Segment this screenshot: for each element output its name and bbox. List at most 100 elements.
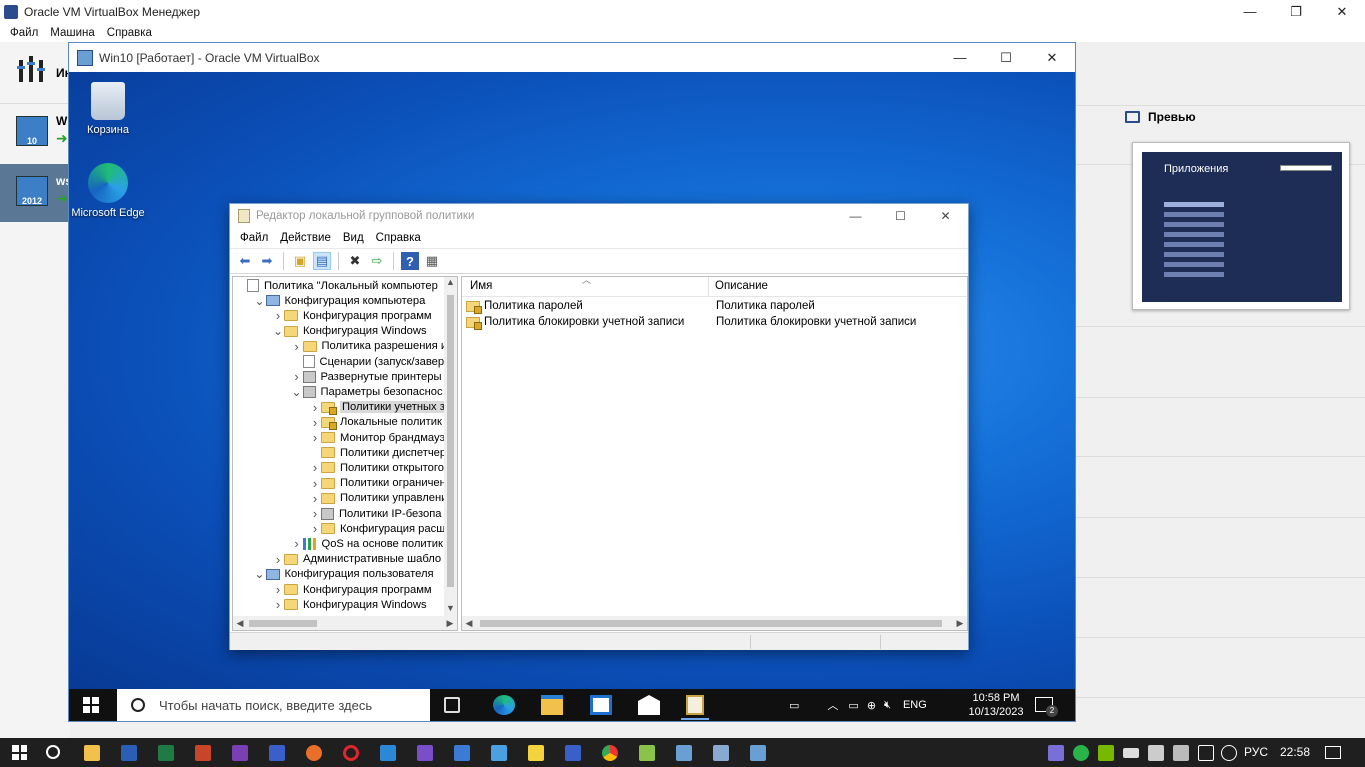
tree-node[interactable]: › Конфигурация Windows <box>272 597 427 612</box>
menu-help[interactable]: Справка <box>101 27 158 39</box>
tree-node[interactable]: ⌄ Конфигурация компьютера <box>254 293 425 308</box>
touch-keyboard-icon[interactable]: ▭ <box>789 699 799 712</box>
disk-utility-icon[interactable] <box>565 745 581 761</box>
gpedit-minimize-button[interactable]: — <box>833 204 878 228</box>
column-description[interactable]: Описание <box>715 280 768 292</box>
list-horizontal-scrollbar[interactable]: ◀ ▶ <box>462 616 967 630</box>
tree-node[interactable]: › Конфигурация программ <box>272 308 432 323</box>
pen-icon[interactable] <box>1048 745 1064 761</box>
vscode-icon[interactable] <box>380 745 396 761</box>
expand-chevron-icon[interactable]: › <box>291 369 303 384</box>
tree-node[interactable]: › Политики IP-безопа <box>309 506 442 521</box>
minimize-button[interactable]: — <box>1227 0 1273 23</box>
tree-node[interactable]: › QoS на основе политик <box>291 536 443 551</box>
tree-horizontal-scrollbar[interactable]: ◀ ▶ <box>233 616 457 630</box>
store-icon[interactable] <box>590 695 612 715</box>
tree-node[interactable]: ⌄ Параметры безопаснос <box>291 384 442 399</box>
tree-node[interactable]: Политика "Локальный компьютер <box>235 278 438 293</box>
gpedit-taskbar-icon[interactable] <box>686 695 704 715</box>
notification-center-icon[interactable]: 2 <box>1035 697 1058 717</box>
host-input-language[interactable]: РУС <box>1244 745 1268 759</box>
expand-chevron-icon[interactable]: › <box>309 400 321 415</box>
font-tray-icon[interactable] <box>1148 745 1164 761</box>
virtualbox-taskbar-icon[interactable] <box>750 745 766 761</box>
tools-item[interactable]: Ин <box>0 42 72 104</box>
collapse-chevron-icon[interactable]: ⌄ <box>254 294 266 308</box>
tree-node[interactable]: › Политики ограничен <box>309 476 446 491</box>
column-name[interactable]: Имя <box>470 280 492 292</box>
tree-node[interactable]: Сценарии (запуск/завер <box>291 354 444 369</box>
vm-maximize-button[interactable]: ☐ <box>983 43 1029 72</box>
expand-chevron-icon[interactable]: › <box>309 415 321 430</box>
task-view-icon[interactable] <box>444 697 460 713</box>
back-arrow-icon[interactable]: ⬅ <box>236 252 254 270</box>
tree-node[interactable]: › Политики открытого <box>309 460 444 475</box>
nvidia-icon[interactable] <box>1098 745 1114 761</box>
powerpoint-icon[interactable] <box>195 745 211 761</box>
expand-chevron-icon[interactable]: › <box>272 308 284 323</box>
tree-node[interactable]: ⌄ Конфигурация пользователя <box>254 567 433 582</box>
collapse-chevron-icon[interactable]: ⌄ <box>291 385 303 399</box>
explorer-icon[interactable] <box>84 745 100 761</box>
forward-arrow-icon[interactable]: ➡ <box>258 252 276 270</box>
expand-chevron-icon[interactable]: › <box>272 597 284 612</box>
volume-tray-icon[interactable] <box>1221 745 1237 761</box>
host-notification-icon[interactable] <box>1325 746 1341 759</box>
gpedit-maximize-button[interactable]: ☐ <box>878 204 923 228</box>
menu-help[interactable]: Справка <box>370 232 427 244</box>
host-start-button[interactable] <box>12 745 27 760</box>
edge-taskbar-icon[interactable] <box>493 695 515 715</box>
explorer-icon[interactable] <box>541 695 563 715</box>
expand-chevron-icon[interactable]: › <box>291 339 303 354</box>
restore-button[interactable]: ❐ <box>1273 0 1319 23</box>
list-item[interactable]: Политика блокировки учетной записи Полит… <box>466 314 964 330</box>
tree-node[interactable]: › Политики учетных з <box>309 400 447 415</box>
battery-icon[interactable]: ▭ <box>848 699 858 712</box>
tree-node[interactable]: › Развернутые принтеры <box>291 369 441 384</box>
expand-chevron-icon[interactable]: › <box>272 582 284 597</box>
vm-search-box[interactable]: Чтобы начать поиск, введите здесь <box>117 689 430 721</box>
battery-tray-icon[interactable] <box>1123 748 1139 758</box>
excel-icon[interactable] <box>158 745 174 761</box>
vm-close-button[interactable]: ✕ <box>1029 43 1075 72</box>
control-panel-icon[interactable] <box>454 745 470 761</box>
tree-node[interactable]: › Конфигурация расш <box>309 521 445 536</box>
opera-icon[interactable] <box>343 745 359 761</box>
expand-chevron-icon[interactable]: › <box>309 506 321 521</box>
monitor-tray-icon[interactable] <box>1173 745 1189 761</box>
vm-start-button[interactable] <box>83 697 99 713</box>
network-tray-icon[interactable] <box>1198 745 1214 761</box>
properties-icon[interactable]: ▦ <box>423 252 441 270</box>
menu-view[interactable]: Вид <box>337 232 370 244</box>
collapse-chevron-icon[interactable]: ⌄ <box>254 567 266 581</box>
show-tree-icon[interactable]: ▤ <box>313 252 331 270</box>
onenote-icon[interactable] <box>232 745 248 761</box>
tree-node[interactable]: › Монитор брандмауэ <box>309 430 445 445</box>
up-folder-icon[interactable]: ▣ <box>291 252 309 270</box>
kaspersky-icon[interactable] <box>1073 745 1089 761</box>
expand-chevron-icon[interactable]: › <box>309 491 321 506</box>
tree-node[interactable]: Политики диспетчер <box>309 445 446 460</box>
tree-node[interactable]: › Конфигурация программ <box>272 582 432 597</box>
vm-item-ws2012[interactable]: 2012 ws ➜ <box>0 164 72 222</box>
vm-item-win10[interactable]: 10 Wi ➜ <box>0 104 71 162</box>
close-button[interactable]: ✕ <box>1319 0 1365 23</box>
menu-action[interactable]: Действие <box>274 232 337 244</box>
menu-file[interactable]: Файл <box>234 232 274 244</box>
sticky-notes-icon[interactable] <box>528 745 544 761</box>
expand-chevron-icon[interactable]: › <box>309 460 321 475</box>
host-search-icon[interactable] <box>46 745 60 759</box>
help-icon[interactable]: ? <box>401 252 419 270</box>
tree-node[interactable]: ⌄ Конфигурация Windows <box>272 324 427 339</box>
menu-file[interactable]: Файл <box>4 27 44 39</box>
collapse-chevron-icon[interactable]: ⌄ <box>272 324 284 338</box>
menu-machine[interactable]: Машина <box>44 27 101 39</box>
snipping-tool-icon[interactable] <box>639 745 655 761</box>
save-disk-icon[interactable] <box>269 745 285 761</box>
volume-muted-icon[interactable]: 🔇︎ <box>884 699 891 712</box>
tree-vertical-scrollbar[interactable]: ▲ ▼ <box>444 277 457 617</box>
expand-chevron-icon[interactable]: › <box>272 552 284 567</box>
chrome-icon[interactable] <box>602 745 618 761</box>
list-item[interactable]: Политика паролей Политика паролей <box>466 298 964 314</box>
tree-node[interactable]: › Политики управлени <box>309 491 448 506</box>
